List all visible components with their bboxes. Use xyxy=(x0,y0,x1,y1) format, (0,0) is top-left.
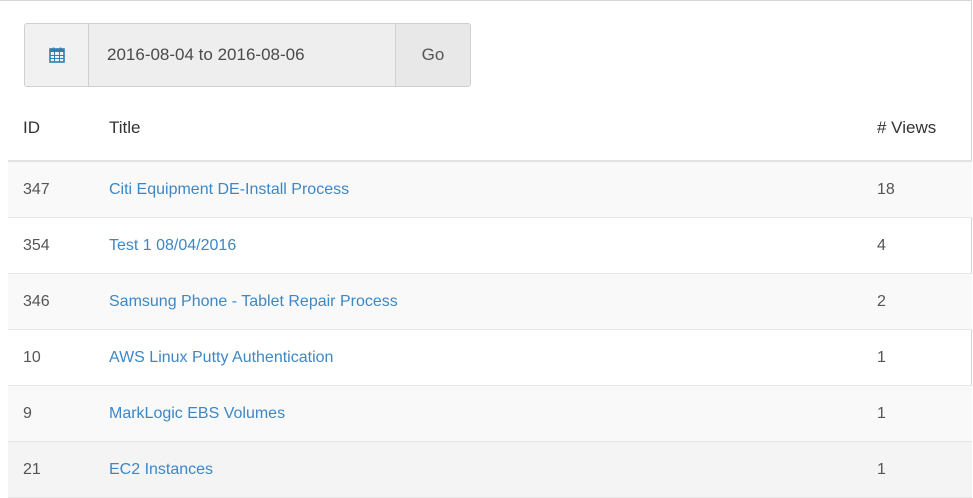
date-range-input[interactable] xyxy=(89,24,395,86)
cell-title: AWS Linux Putty Authentication xyxy=(109,329,866,386)
table-row: 9 MarkLogic EBS Volumes 1 xyxy=(8,385,972,442)
cell-id: 21 xyxy=(8,441,109,498)
cell-id: 10 xyxy=(8,329,109,386)
table-row: 21 EC2 Instances 1 xyxy=(8,441,972,498)
cell-id: 9 xyxy=(8,385,109,442)
table-header-row: ID Title # Views xyxy=(8,96,972,162)
article-link[interactable]: EC2 Instances xyxy=(109,461,213,478)
cell-id: 346 xyxy=(8,273,109,330)
cell-views: 4 xyxy=(866,217,972,274)
calendar-addon[interactable] xyxy=(25,24,89,86)
table-row: 346 Samsung Phone - Tablet Repair Proces… xyxy=(8,273,972,330)
cell-id: 347 xyxy=(8,161,109,218)
table-row: 10 AWS Linux Putty Authentication 1 xyxy=(8,329,972,386)
cell-title: Citi Equipment DE-Install Process xyxy=(109,161,866,218)
article-link[interactable]: Citi Equipment DE-Install Process xyxy=(109,181,349,198)
table-row: 347 Citi Equipment DE-Install Process 18 xyxy=(8,161,972,218)
cell-views: 1 xyxy=(866,441,972,498)
cell-views: 1 xyxy=(866,329,972,386)
cell-title: Samsung Phone - Tablet Repair Process xyxy=(109,273,866,330)
cell-views: 1 xyxy=(866,385,972,442)
cell-views: 2 xyxy=(866,273,972,330)
article-link[interactable]: AWS Linux Putty Authentication xyxy=(109,349,333,366)
date-range-group: Go xyxy=(24,23,471,87)
cell-title: Test 1 08/04/2016 xyxy=(109,217,866,274)
cell-title: EC2 Instances xyxy=(109,441,866,498)
header-title[interactable]: Title xyxy=(109,96,866,162)
article-link[interactable]: Samsung Phone - Tablet Repair Process xyxy=(109,293,398,310)
table-row: 354 Test 1 08/04/2016 4 xyxy=(8,217,972,274)
cell-id: 354 xyxy=(8,217,109,274)
views-table: ID Title # Views 347 Citi Equipment DE-I… xyxy=(8,96,972,498)
page-frame: Go ID Title # Views 347 Citi Equipment D… xyxy=(0,0,972,498)
calendar-icon xyxy=(48,47,65,63)
header-id[interactable]: ID xyxy=(8,96,109,162)
article-link[interactable]: MarkLogic EBS Volumes xyxy=(109,405,285,422)
cell-views: 18 xyxy=(866,161,972,218)
header-views[interactable]: # Views xyxy=(866,96,972,162)
cell-title: MarkLogic EBS Volumes xyxy=(109,385,866,442)
article-link[interactable]: Test 1 08/04/2016 xyxy=(109,237,236,254)
go-button[interactable]: Go xyxy=(395,24,470,86)
